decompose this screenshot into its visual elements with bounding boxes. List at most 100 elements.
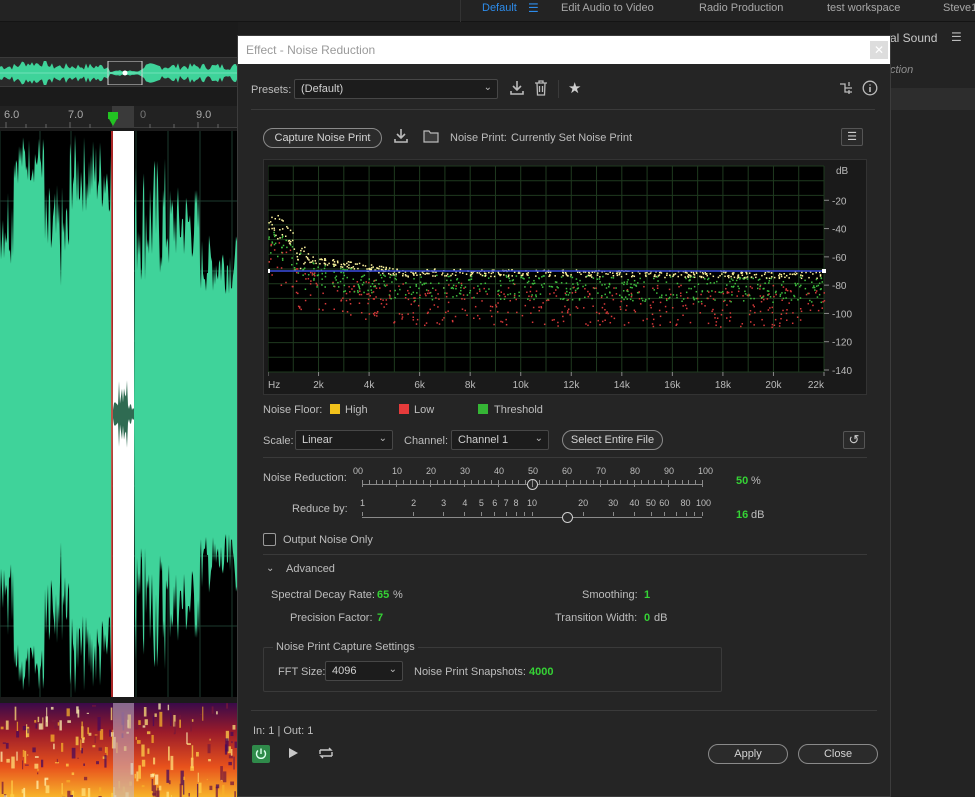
capture-noise-print-button[interactable]: Capture Noise Print (263, 128, 382, 148)
presets-dropdown[interactable]: (Default) ⌄ (294, 79, 498, 99)
chevron-down-icon: ⌄ (378, 433, 387, 444)
high-swatch (330, 404, 340, 414)
noise-reduction-tick (470, 480, 472, 484)
spectral-decay-value[interactable]: 65 (377, 589, 389, 601)
noise-reduction-tick (532, 480, 533, 487)
noise-reduction-scale-label: 20 (426, 466, 437, 476)
waveform-editor[interactable]: 6.0 7.0 0 9.0 (0, 22, 239, 797)
transition-width-value[interactable]: 0 (644, 612, 650, 624)
noise-reduction-tick (396, 480, 397, 487)
panel-field[interactable] (890, 88, 975, 110)
workspace-radio-production[interactable]: Radio Production (699, 2, 783, 16)
db-tick-label: -80 (832, 281, 847, 292)
reset-icon[interactable]: ↺ (843, 431, 865, 449)
noise-floor-graph[interactable]: dB -20 -40 -60 -80 -100 -120 -140 Hz 2k 4k 6k 8k 10k 1… (263, 159, 867, 395)
noise-reduction-dialog: Effect - Noise Reduction ✕ Presets: (Def… (237, 35, 891, 797)
chevron-down-icon: ⌄ (534, 433, 543, 444)
divider (251, 109, 875, 110)
fft-size-dropdown[interactable]: 4096 ⌄ (325, 661, 403, 681)
channel-dropdown[interactable]: Channel 1 ⌄ (451, 430, 549, 450)
noise-reduction-tick (600, 480, 601, 487)
apply-button[interactable]: Apply (708, 744, 788, 764)
noise-reduction-value[interactable]: 50 (736, 475, 748, 487)
noise-reduction-tick (382, 480, 384, 484)
snapshots-value[interactable]: 4000 (529, 666, 553, 678)
graph-menu-button[interactable]: ☰ (841, 128, 863, 146)
download-icon[interactable] (509, 80, 525, 99)
reduce-by-tick (362, 512, 363, 516)
noise-reduction-tick (477, 480, 479, 484)
info-icon[interactable] (862, 80, 878, 99)
noise-reduction-tick (572, 480, 574, 484)
noise-reduction-tick (661, 480, 663, 484)
overview-waveform[interactable] (0, 57, 238, 87)
noise-reduction-tick (511, 480, 513, 484)
play-icon[interactable] (286, 746, 300, 763)
spectral-display[interactable] (0, 703, 239, 797)
noise-reduction-label: Noise Reduction: (263, 472, 347, 484)
output-noise-only-label[interactable]: Output Noise Only (283, 534, 373, 546)
reduce-by-tick (702, 512, 703, 516)
noise-reduction-unit: % (751, 475, 761, 487)
chevron-down-icon[interactable]: ⌄ (266, 563, 274, 574)
workspace-edit-audio-video[interactable]: Edit Audio to Video (561, 2, 654, 16)
hamburger-icon[interactable]: ☰ (528, 1, 539, 15)
trash-icon[interactable] (534, 80, 548, 99)
noise-reduction-tick (498, 480, 499, 487)
threshold-handle (268, 269, 270, 273)
divider (263, 457, 867, 458)
time-ruler[interactable]: 6.0 7.0 0 9.0 (0, 106, 238, 128)
close-icon[interactable]: ✕ (870, 41, 888, 59)
panel-menu-icon[interactable]: ☰ (951, 30, 962, 44)
close-button[interactable]: Close (798, 744, 878, 764)
noise-reduction-tick (375, 480, 377, 484)
reduce-by-value[interactable]: 16 (736, 509, 748, 521)
dialog-title: Effect - Noise Reduction (246, 43, 376, 57)
divider (460, 0, 461, 22)
advanced-toggle[interactable]: Advanced (286, 563, 335, 575)
reduce-by-tick (524, 512, 526, 516)
workspace-default[interactable]: Default (482, 2, 517, 16)
output-noise-only-checkbox[interactable] (263, 533, 276, 546)
noise-reduction-tick (423, 480, 425, 484)
hz-tick-label: 18k (715, 380, 732, 391)
hz-tick-label: Hz (268, 380, 280, 391)
reduce-by-track[interactable] (362, 517, 702, 518)
noise-reduction-scale-label: 30 (460, 466, 471, 476)
noise-reduction-tick (491, 480, 493, 484)
smoothing-value[interactable]: 1 (644, 589, 650, 601)
threshold-handle (822, 269, 826, 273)
chevron-down-icon: ⌄ (483, 82, 492, 93)
folder-icon[interactable] (423, 129, 439, 146)
workspace-test[interactable]: test workspace (827, 2, 900, 16)
user-name[interactable]: Steve1 (943, 2, 975, 16)
reduce-by-scale-label: 50 (645, 498, 656, 508)
noise-print-value: Currently Set Noise Print (511, 132, 633, 144)
noise-reduction-tick (654, 480, 656, 484)
noise-reduction-scale-label: 80 (630, 466, 641, 476)
dialog-titlebar[interactable]: Effect - Noise Reduction ✕ (238, 36, 890, 64)
precision-factor-value[interactable]: 7 (377, 612, 383, 624)
noise-reduction-tick (552, 480, 554, 484)
reduce-by-thumb[interactable] (561, 512, 573, 523)
db-tick-label: -120 (832, 338, 852, 349)
scale-dropdown[interactable]: Linear ⌄ (295, 430, 393, 450)
hz-tick-label: 22k (808, 380, 825, 391)
hz-tick-label: 6k (414, 380, 426, 391)
reduce-by-tick (613, 512, 615, 516)
routing-icon[interactable] (839, 81, 853, 98)
select-entire-file-button[interactable]: Select Entire File (562, 430, 663, 450)
power-icon[interactable] (252, 745, 270, 763)
loop-icon[interactable] (317, 746, 335, 763)
channel-label: Channel: (404, 435, 449, 447)
download-icon[interactable] (393, 128, 409, 147)
reduce-by-tick (664, 512, 666, 516)
reduce-by-tick (685, 512, 687, 516)
legend-low: Low (414, 404, 435, 416)
low-swatch (399, 404, 409, 414)
star-icon[interactable]: ★ (568, 79, 581, 97)
divider (251, 710, 877, 711)
legend-threshold: Threshold (494, 404, 543, 416)
waveform-view[interactable] (0, 131, 238, 697)
noise-reduction-scale-label: 60 (562, 466, 573, 476)
